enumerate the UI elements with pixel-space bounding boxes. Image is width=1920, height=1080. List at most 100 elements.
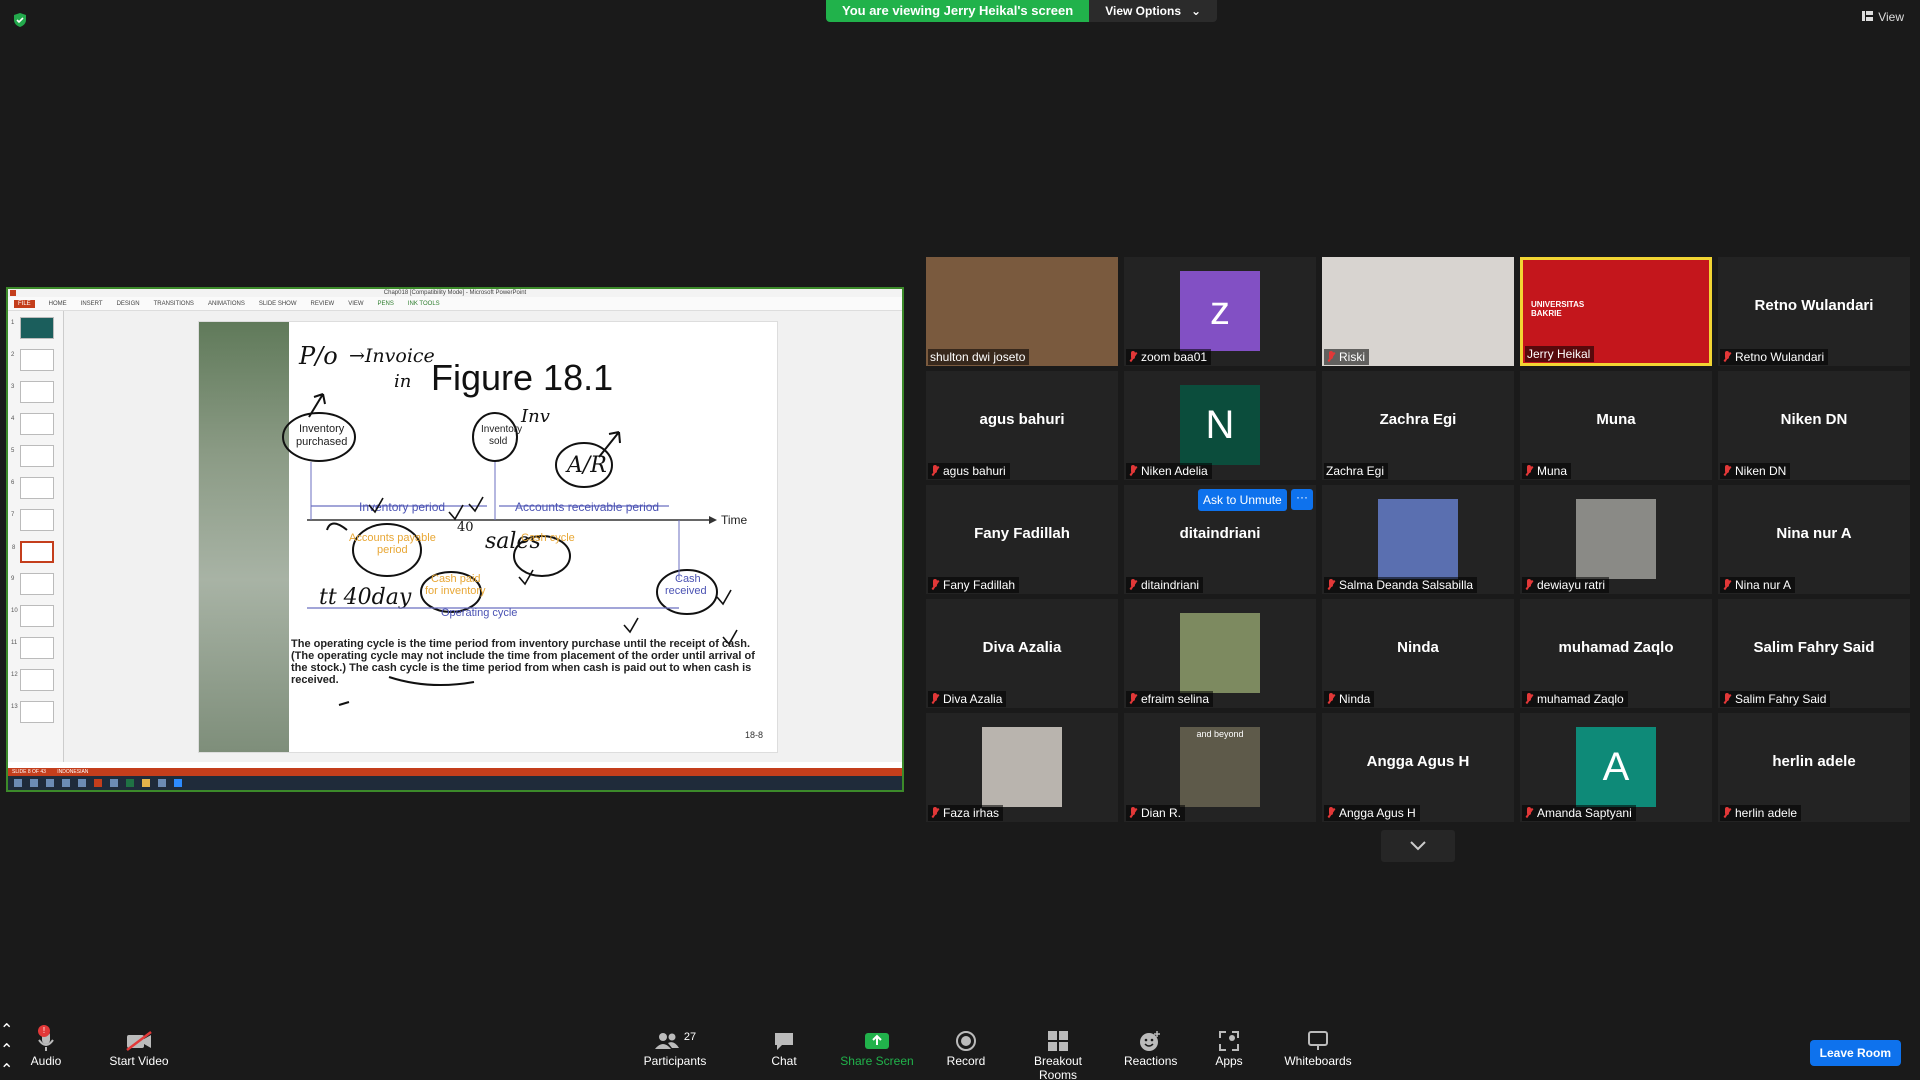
participant-tile[interactable]: muhamad Zaqlo muhamad Zaqlo	[1520, 599, 1712, 708]
participant-tile[interactable]: A Amanda Saptyani	[1520, 713, 1712, 822]
chevron-down-icon	[1410, 841, 1426, 851]
ask-to-unmute-button[interactable]: Ask to Unmute	[1198, 489, 1287, 511]
participant-display-name: muhamad Zaqlo	[1558, 639, 1674, 656]
powerpoint-logo-icon	[10, 290, 16, 296]
ppt-tab-home: HOME	[48, 300, 67, 307]
slide-number: 1	[11, 320, 15, 326]
participant-tile[interactable]: Retno Wulandari Retno Wulandari	[1718, 257, 1910, 366]
participant-tile[interactable]: Nina nur A Nina nur A	[1718, 485, 1910, 594]
muted-microphone-icon	[930, 465, 940, 477]
muted-microphone-icon	[1722, 465, 1732, 477]
slide-number: 6	[11, 480, 15, 486]
record-icon	[956, 1031, 976, 1051]
participant-name-label: Niken Adelia	[1126, 463, 1212, 479]
participant-display-name: Zachra Egi	[1379, 411, 1457, 428]
cash-received-label: Cash	[675, 573, 701, 585]
ppt-language: INDONESIAN	[57, 769, 89, 775]
view-button[interactable]: View	[1862, 10, 1904, 24]
participant-name: Angga Agus H	[1339, 806, 1416, 820]
powerpoint-icon	[94, 779, 102, 787]
participant-tile[interactable]: Ninda Ninda	[1322, 599, 1514, 708]
ppt-ink-tools-label: INK TOOLS	[407, 300, 440, 307]
ppt-tab-slideshow: SLIDE SHOW	[258, 300, 297, 307]
shared-screen[interactable]: Chap018 [Compatibility Mode] - Microsoft…	[6, 287, 904, 792]
ppt-workspace: 1 2 3 4 5 6 7 8 9 10 11 12 13 Figure 18.…	[8, 311, 902, 762]
participant-tile[interactable]: efraim selina	[1124, 599, 1316, 708]
muted-microphone-icon	[1524, 693, 1534, 705]
taskview-icon	[46, 779, 54, 787]
more-options-button[interactable]: ···	[1291, 489, 1313, 510]
slide-number: 12	[11, 672, 18, 678]
participant-tile[interactable]: Niken DN Niken DN	[1718, 371, 1910, 480]
chat-icon	[775, 1033, 793, 1050]
encryption-shield-icon[interactable]	[12, 12, 28, 28]
ppt-tab-review: REVIEW	[310, 300, 335, 307]
muted-microphone-icon	[1128, 807, 1138, 819]
participants-button[interactable]: 27 Participants	[640, 1028, 710, 1068]
participant-display-name: Ninda	[1397, 639, 1439, 656]
participant-tile[interactable]: Diva Azalia Diva Azalia	[926, 599, 1118, 708]
next-page-button[interactable]	[1381, 830, 1455, 862]
slide-title: Figure 18.1	[431, 357, 613, 398]
ppt-tab-design: DESIGN	[116, 300, 140, 307]
participant-tile[interactable]: shulton dwi joseto	[926, 257, 1118, 366]
slide-number: 8	[12, 545, 16, 551]
avatar: N	[1180, 385, 1260, 465]
ink-po: P/o	[298, 342, 338, 370]
participant-name-label: muhamad Zaqlo	[1522, 691, 1628, 707]
slide-thumbnail: 9	[11, 573, 54, 595]
view-options-button[interactable]: View Options ⌄	[1089, 0, 1218, 22]
participant-tile[interactable]: z zoom baa01	[1124, 257, 1316, 366]
participant-tile[interactable]: Riski	[1322, 257, 1514, 366]
participant-tile[interactable]: N Niken Adelia	[1124, 371, 1316, 480]
participant-name: Faza irhas	[943, 806, 1000, 820]
participant-tile[interactable]: Faza irhas	[926, 713, 1118, 822]
participant-name: shulton dwi joseto	[930, 350, 1026, 364]
reactions-button[interactable]: Reactions	[1124, 1028, 1178, 1068]
slide-thumbnail: 3	[11, 381, 54, 403]
record-button[interactable]: Record	[944, 1028, 988, 1068]
participant-name: Amanda Saptyani	[1537, 806, 1632, 820]
participant-tile[interactable]: and beyond Dian R.	[1124, 713, 1316, 822]
ppt-slide-counter: SLIDE 8 OF 43	[12, 769, 46, 775]
participant-tile[interactable]: dewiayu ratri	[1520, 485, 1712, 594]
slide-number: 2	[11, 352, 15, 358]
muted-microphone-icon	[1326, 351, 1336, 363]
participant-tile[interactable]: herlin adele herlin adele	[1718, 713, 1910, 822]
cash-paid-label: Cash paid	[431, 573, 481, 585]
slide-diagram: Figure 18.1 P/o →Invoice in Inv A/R 40 s…	[282, 342, 763, 740]
muted-microphone-icon	[1524, 807, 1534, 819]
cash-paid-label-2: for inventory	[425, 585, 486, 597]
participant-tile[interactable]: UNIVERSITAS BAKRIE Jerry Heikal	[1520, 257, 1712, 366]
participant-tile[interactable]: Salma Deanda Salsabilla	[1322, 485, 1514, 594]
start-video-button[interactable]: Start Video	[104, 1028, 174, 1068]
apps-button[interactable]: Apps	[1212, 1028, 1246, 1068]
app-icon	[110, 779, 118, 787]
share-screen-button[interactable]: Share Screen	[840, 1028, 914, 1068]
leave-room-button[interactable]: Leave Room	[1809, 1040, 1901, 1066]
breakout-rooms-button[interactable]: Breakout Rooms	[1014, 1028, 1102, 1080]
chat-button[interactable]: Chat	[764, 1028, 804, 1068]
audio-label: Audio	[30, 1054, 62, 1068]
reactions-label: Reactions	[1124, 1054, 1178, 1068]
participant-tile[interactable]: Angga Agus H Angga Agus H	[1322, 713, 1514, 822]
slide-number: 5	[11, 448, 15, 454]
whiteboards-button[interactable]: Whiteboards	[1280, 1028, 1356, 1068]
slide-number: 3	[11, 384, 15, 390]
participant-tile[interactable]: Fany Fadillah Fany Fadillah	[926, 485, 1118, 594]
participant-name-label: agus bahuri	[928, 463, 1010, 479]
participant-name-label: Muna	[1522, 463, 1572, 479]
profile-photo	[982, 727, 1062, 807]
participant-name: Riski	[1339, 350, 1365, 364]
participant-tile[interactable]: agus bahuri agus bahuri	[926, 371, 1118, 480]
ppt-ribbon-tabs: FILE HOME INSERT DESIGN TRANSITIONS ANIM…	[8, 297, 902, 311]
participant-tile[interactable]: Muna Muna	[1520, 371, 1712, 480]
muted-microphone-icon	[930, 807, 940, 819]
participant-tile[interactable]: Zachra Egi Zachra Egi	[1322, 371, 1514, 480]
audio-button[interactable]: ! Audio	[26, 1025, 66, 1068]
participant-tile[interactable]: Salim Fahry Said Salim Fahry Said	[1718, 599, 1910, 708]
app-icon	[158, 779, 166, 787]
audio-alert-badge: !	[38, 1025, 50, 1037]
participants-label: Participants	[643, 1054, 707, 1068]
participant-name: Salma Deanda Salsabilla	[1339, 578, 1474, 592]
